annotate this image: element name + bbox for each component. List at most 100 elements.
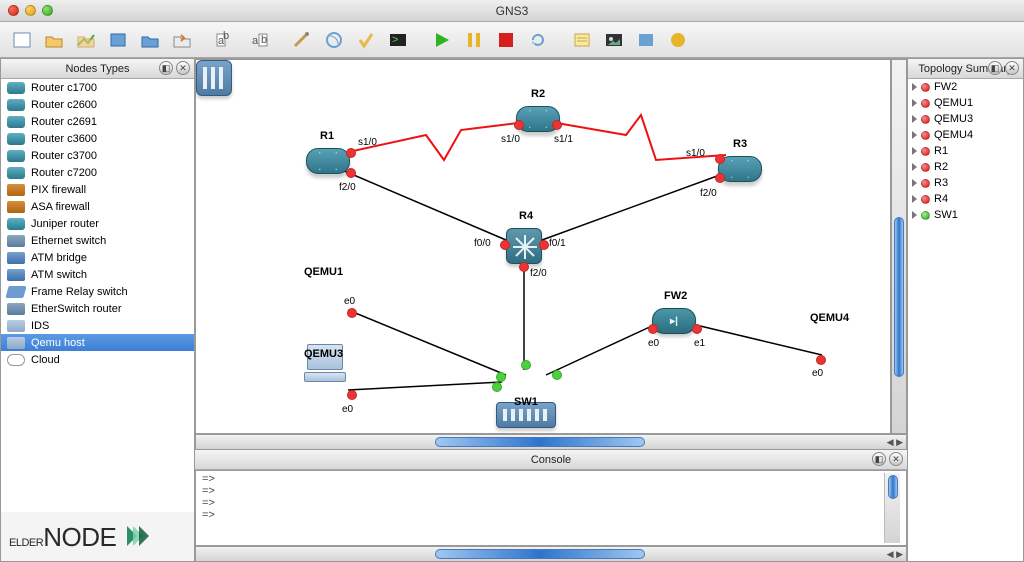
node-type-item[interactable]: Router c1700 bbox=[1, 79, 194, 96]
svg-text:>: > bbox=[392, 34, 398, 46]
console-horizontal-scrollbar[interactable]: ◀ ▶ bbox=[195, 546, 907, 562]
node-type-item[interactable]: Router c2600 bbox=[1, 96, 194, 113]
node-type-label: ATM switch bbox=[31, 269, 87, 281]
add-note-button[interactable] bbox=[568, 26, 596, 54]
node-type-item[interactable]: Router c3600 bbox=[1, 130, 194, 147]
port-dot bbox=[346, 168, 356, 178]
port-dot bbox=[539, 240, 549, 250]
close-icon[interactable]: ✕ bbox=[176, 61, 190, 75]
pause-all-button[interactable] bbox=[460, 26, 488, 54]
summary-item[interactable]: R1 bbox=[908, 143, 1023, 159]
node-type-label: Router c2691 bbox=[31, 116, 97, 128]
topology-canvas[interactable]: R2 s1/0 s1/1 R1 s1/0 f2/0 R3 s1/0 f2/0 bbox=[195, 59, 891, 434]
node-type-item[interactable]: EtherSwitch router bbox=[1, 300, 194, 317]
show-hostnames-button[interactable]: ab bbox=[212, 26, 240, 54]
node-type-item[interactable]: Frame Relay switch bbox=[1, 283, 194, 300]
export-button[interactable] bbox=[136, 26, 164, 54]
node-type-item[interactable]: Cloud bbox=[1, 351, 194, 368]
node-type-item[interactable]: IDS bbox=[1, 317, 194, 334]
console-button[interactable]: > bbox=[384, 26, 412, 54]
summary-item[interactable]: QEMU3 bbox=[908, 111, 1023, 127]
node-type-item[interactable]: ATM bridge bbox=[1, 249, 194, 266]
telnet-all-button[interactable] bbox=[320, 26, 348, 54]
node-type-item[interactable]: PIX firewall bbox=[1, 181, 194, 198]
close-icon[interactable]: ✕ bbox=[1005, 61, 1019, 75]
show-interface-labels-button[interactable]: ab bbox=[244, 26, 272, 54]
new-project-button[interactable] bbox=[8, 26, 36, 54]
scroll-arrows[interactable]: ◀ ▶ bbox=[884, 549, 906, 560]
device-r1[interactable] bbox=[306, 148, 350, 174]
expand-icon[interactable] bbox=[912, 195, 917, 203]
draw-rectangle-button[interactable] bbox=[632, 26, 660, 54]
node-type-item[interactable]: ATM switch bbox=[1, 266, 194, 283]
if-label: f2/0 bbox=[530, 268, 547, 279]
port-dot bbox=[715, 173, 725, 183]
node-type-item[interactable]: Juniper router bbox=[1, 215, 194, 232]
summary-item[interactable]: R2 bbox=[908, 159, 1023, 175]
status-dot bbox=[921, 83, 930, 92]
port-dot bbox=[492, 382, 502, 392]
canvas-vertical-scrollbar[interactable] bbox=[891, 59, 907, 434]
summary-item[interactable]: R4 bbox=[908, 191, 1023, 207]
label-r1: R1 bbox=[320, 130, 334, 142]
expand-icon[interactable] bbox=[912, 211, 917, 219]
node-type-item[interactable]: Router c2691 bbox=[1, 113, 194, 130]
scroll-arrows[interactable]: ◀ ▶ bbox=[884, 437, 906, 448]
label-qemu4: QEMU4 bbox=[810, 312, 849, 324]
label-r2: R2 bbox=[531, 88, 545, 100]
node-type-label: IDS bbox=[31, 320, 49, 332]
close-icon[interactable]: ✕ bbox=[889, 452, 903, 466]
title-bar: GNS3 bbox=[0, 0, 1024, 22]
expand-icon[interactable] bbox=[912, 163, 917, 171]
summary-item[interactable]: QEMU4 bbox=[908, 127, 1023, 143]
expand-icon[interactable] bbox=[912, 147, 917, 155]
undock-icon[interactable]: ◧ bbox=[872, 452, 886, 466]
start-all-button[interactable] bbox=[428, 26, 456, 54]
summary-item[interactable]: QEMU1 bbox=[908, 95, 1023, 111]
node-type-item[interactable]: Router c7200 bbox=[1, 164, 194, 181]
node-type-icon bbox=[7, 150, 25, 162]
device-r4[interactable] bbox=[196, 60, 232, 96]
idle-pc-button[interactable] bbox=[352, 26, 380, 54]
node-type-icon bbox=[7, 354, 25, 366]
expand-icon[interactable] bbox=[912, 179, 917, 187]
console-panel-header: Console ◧ ✕ bbox=[195, 450, 907, 470]
device-r4[interactable] bbox=[506, 228, 542, 264]
save-project-button[interactable] bbox=[72, 26, 100, 54]
node-type-item[interactable]: Router c3700 bbox=[1, 147, 194, 164]
draw-ellipse-button[interactable] bbox=[664, 26, 692, 54]
node-type-item[interactable]: Ethernet switch bbox=[1, 232, 194, 249]
node-type-icon bbox=[7, 167, 25, 179]
port-dot bbox=[500, 240, 510, 250]
summary-item[interactable]: R3 bbox=[908, 175, 1023, 191]
console-output[interactable]: => => => => bbox=[195, 470, 907, 546]
expand-icon[interactable] bbox=[912, 99, 917, 107]
save-as-button[interactable] bbox=[104, 26, 132, 54]
port-dot bbox=[347, 390, 357, 400]
canvas-horizontal-scrollbar[interactable]: ◀ ▶ bbox=[195, 434, 907, 450]
nodes-list[interactable]: Router c1700Router c2600 Router c2691 Rout… bbox=[1, 79, 194, 512]
node-type-item[interactable]: Qemu host bbox=[1, 334, 194, 351]
node-type-item[interactable]: ASA firewall bbox=[1, 198, 194, 215]
summary-label: QEMU1 bbox=[934, 97, 973, 109]
port-dot bbox=[715, 154, 725, 164]
expand-icon[interactable] bbox=[912, 115, 917, 123]
summary-item[interactable]: SW1 bbox=[908, 207, 1023, 223]
node-type-label: ATM bridge bbox=[31, 252, 87, 264]
undock-icon[interactable]: ◧ bbox=[988, 61, 1002, 75]
snapshot-button[interactable] bbox=[168, 26, 196, 54]
device-fw2[interactable]: ▸| bbox=[652, 308, 696, 334]
expand-icon[interactable] bbox=[912, 131, 917, 139]
undock-icon[interactable]: ◧ bbox=[159, 61, 173, 75]
add-link-button[interactable] bbox=[288, 26, 316, 54]
node-type-icon bbox=[7, 116, 25, 128]
topology-summary-list[interactable]: FW2 QEMU1 QEMU3QEMU4R1R2R3R4SW1 bbox=[908, 79, 1023, 561]
stop-all-button[interactable] bbox=[492, 26, 520, 54]
expand-icon[interactable] bbox=[912, 83, 917, 91]
summary-item[interactable]: FW2 bbox=[908, 79, 1023, 95]
insert-image-button[interactable] bbox=[600, 26, 628, 54]
node-type-label: Router c3600 bbox=[31, 133, 97, 145]
console-vertical-scrollbar[interactable] bbox=[884, 473, 900, 543]
reload-all-button[interactable] bbox=[524, 26, 552, 54]
open-project-button[interactable] bbox=[40, 26, 68, 54]
